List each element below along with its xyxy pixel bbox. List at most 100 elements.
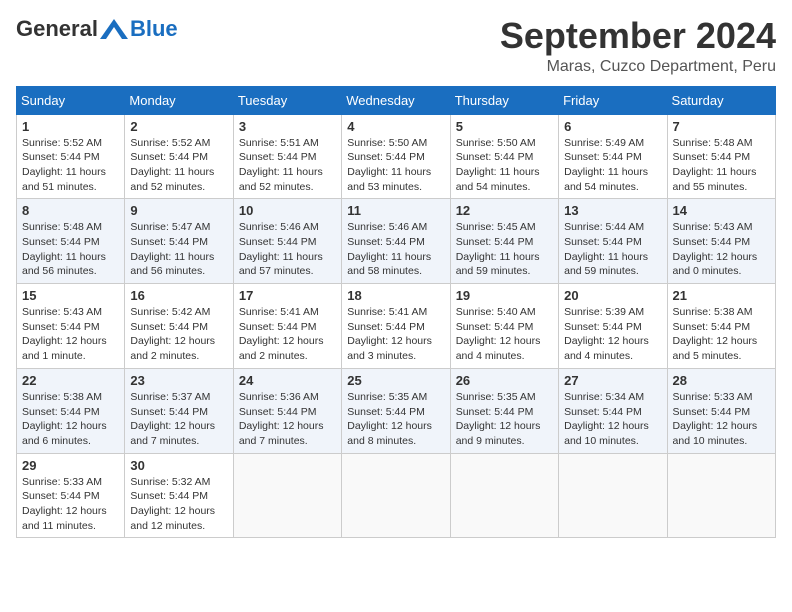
day-number: 29 xyxy=(22,458,119,473)
calendar-cell: 25 Sunrise: 5:35 AM Sunset: 5:44 PM Dayl… xyxy=(342,368,450,453)
day-info: Sunrise: 5:32 AM Sunset: 5:44 PM Dayligh… xyxy=(130,475,227,534)
day-header-friday: Friday xyxy=(559,86,667,114)
day-info: Sunrise: 5:46 AM Sunset: 5:44 PM Dayligh… xyxy=(347,220,444,279)
day-info: Sunrise: 5:33 AM Sunset: 5:44 PM Dayligh… xyxy=(22,475,119,534)
day-header-saturday: Saturday xyxy=(667,86,775,114)
day-number: 12 xyxy=(456,203,553,218)
logo-icon xyxy=(100,19,128,39)
calendar-cell: 16 Sunrise: 5:42 AM Sunset: 5:44 PM Dayl… xyxy=(125,284,233,369)
day-number: 11 xyxy=(347,203,444,218)
day-info: Sunrise: 5:43 AM Sunset: 5:44 PM Dayligh… xyxy=(673,220,770,279)
day-header-monday: Monday xyxy=(125,86,233,114)
day-number: 8 xyxy=(22,203,119,218)
day-info: Sunrise: 5:33 AM Sunset: 5:44 PM Dayligh… xyxy=(673,390,770,449)
calendar-cell: 10 Sunrise: 5:46 AM Sunset: 5:44 PM Dayl… xyxy=(233,199,341,284)
day-info: Sunrise: 5:50 AM Sunset: 5:44 PM Dayligh… xyxy=(347,136,444,195)
day-number: 30 xyxy=(130,458,227,473)
day-info: Sunrise: 5:34 AM Sunset: 5:44 PM Dayligh… xyxy=(564,390,661,449)
day-info: Sunrise: 5:38 AM Sunset: 5:44 PM Dayligh… xyxy=(22,390,119,449)
day-info: Sunrise: 5:48 AM Sunset: 5:44 PM Dayligh… xyxy=(22,220,119,279)
day-number: 19 xyxy=(456,288,553,303)
calendar-cell: 23 Sunrise: 5:37 AM Sunset: 5:44 PM Dayl… xyxy=(125,368,233,453)
calendar-cell: 9 Sunrise: 5:47 AM Sunset: 5:44 PM Dayli… xyxy=(125,199,233,284)
day-number: 1 xyxy=(22,119,119,134)
day-info: Sunrise: 5:46 AM Sunset: 5:44 PM Dayligh… xyxy=(239,220,336,279)
calendar-cell: 21 Sunrise: 5:38 AM Sunset: 5:44 PM Dayl… xyxy=(667,284,775,369)
day-number: 25 xyxy=(347,373,444,388)
day-number: 6 xyxy=(564,119,661,134)
day-info: Sunrise: 5:41 AM Sunset: 5:44 PM Dayligh… xyxy=(239,305,336,364)
calendar-cell: 2 Sunrise: 5:52 AM Sunset: 5:44 PM Dayli… xyxy=(125,114,233,199)
day-header-wednesday: Wednesday xyxy=(342,86,450,114)
day-header-thursday: Thursday xyxy=(450,86,558,114)
calendar-cell: 29 Sunrise: 5:33 AM Sunset: 5:44 PM Dayl… xyxy=(17,453,125,538)
calendar-cell: 24 Sunrise: 5:36 AM Sunset: 5:44 PM Dayl… xyxy=(233,368,341,453)
day-header-sunday: Sunday xyxy=(17,86,125,114)
calendar-cell xyxy=(559,453,667,538)
day-info: Sunrise: 5:49 AM Sunset: 5:44 PM Dayligh… xyxy=(564,136,661,195)
calendar-cell: 30 Sunrise: 5:32 AM Sunset: 5:44 PM Dayl… xyxy=(125,453,233,538)
day-number: 7 xyxy=(673,119,770,134)
day-number: 10 xyxy=(239,203,336,218)
day-header-tuesday: Tuesday xyxy=(233,86,341,114)
calendar-cell: 22 Sunrise: 5:38 AM Sunset: 5:44 PM Dayl… xyxy=(17,368,125,453)
calendar-cell: 17 Sunrise: 5:41 AM Sunset: 5:44 PM Dayl… xyxy=(233,284,341,369)
calendar-cell: 26 Sunrise: 5:35 AM Sunset: 5:44 PM Dayl… xyxy=(450,368,558,453)
day-info: Sunrise: 5:35 AM Sunset: 5:44 PM Dayligh… xyxy=(456,390,553,449)
calendar-cell xyxy=(667,453,775,538)
day-info: Sunrise: 5:40 AM Sunset: 5:44 PM Dayligh… xyxy=(456,305,553,364)
calendar-cell: 19 Sunrise: 5:40 AM Sunset: 5:44 PM Dayl… xyxy=(450,284,558,369)
day-number: 24 xyxy=(239,373,336,388)
calendar-week-row: 8 Sunrise: 5:48 AM Sunset: 5:44 PM Dayli… xyxy=(17,199,776,284)
calendar-cell: 12 Sunrise: 5:45 AM Sunset: 5:44 PM Dayl… xyxy=(450,199,558,284)
calendar-cell: 3 Sunrise: 5:51 AM Sunset: 5:44 PM Dayli… xyxy=(233,114,341,199)
calendar-cell: 15 Sunrise: 5:43 AM Sunset: 5:44 PM Dayl… xyxy=(17,284,125,369)
calendar-cell xyxy=(233,453,341,538)
day-number: 16 xyxy=(130,288,227,303)
day-info: Sunrise: 5:41 AM Sunset: 5:44 PM Dayligh… xyxy=(347,305,444,364)
day-info: Sunrise: 5:48 AM Sunset: 5:44 PM Dayligh… xyxy=(673,136,770,195)
day-info: Sunrise: 5:36 AM Sunset: 5:44 PM Dayligh… xyxy=(239,390,336,449)
day-number: 4 xyxy=(347,119,444,134)
day-info: Sunrise: 5:51 AM Sunset: 5:44 PM Dayligh… xyxy=(239,136,336,195)
day-number: 9 xyxy=(130,203,227,218)
calendar-cell: 7 Sunrise: 5:48 AM Sunset: 5:44 PM Dayli… xyxy=(667,114,775,199)
day-info: Sunrise: 5:38 AM Sunset: 5:44 PM Dayligh… xyxy=(673,305,770,364)
day-info: Sunrise: 5:45 AM Sunset: 5:44 PM Dayligh… xyxy=(456,220,553,279)
day-number: 17 xyxy=(239,288,336,303)
calendar-cell: 1 Sunrise: 5:52 AM Sunset: 5:44 PM Dayli… xyxy=(17,114,125,199)
day-info: Sunrise: 5:44 AM Sunset: 5:44 PM Dayligh… xyxy=(564,220,661,279)
logo-blue-text: Blue xyxy=(130,16,178,42)
calendar-cell xyxy=(450,453,558,538)
day-info: Sunrise: 5:52 AM Sunset: 5:44 PM Dayligh… xyxy=(22,136,119,195)
calendar-cell: 11 Sunrise: 5:46 AM Sunset: 5:44 PM Dayl… xyxy=(342,199,450,284)
day-info: Sunrise: 5:35 AM Sunset: 5:44 PM Dayligh… xyxy=(347,390,444,449)
day-number: 21 xyxy=(673,288,770,303)
calendar-cell xyxy=(342,453,450,538)
day-number: 3 xyxy=(239,119,336,134)
day-number: 5 xyxy=(456,119,553,134)
location-subtitle: Maras, Cuzco Department, Peru xyxy=(500,58,776,76)
calendar-week-row: 15 Sunrise: 5:43 AM Sunset: 5:44 PM Dayl… xyxy=(17,284,776,369)
day-info: Sunrise: 5:50 AM Sunset: 5:44 PM Dayligh… xyxy=(456,136,553,195)
calendar-cell: 5 Sunrise: 5:50 AM Sunset: 5:44 PM Dayli… xyxy=(450,114,558,199)
calendar-cell: 13 Sunrise: 5:44 AM Sunset: 5:44 PM Dayl… xyxy=(559,199,667,284)
day-number: 2 xyxy=(130,119,227,134)
day-number: 14 xyxy=(673,203,770,218)
title-section: September 2024 Maras, Cuzco Department, … xyxy=(500,16,776,76)
day-info: Sunrise: 5:47 AM Sunset: 5:44 PM Dayligh… xyxy=(130,220,227,279)
day-number: 20 xyxy=(564,288,661,303)
day-number: 26 xyxy=(456,373,553,388)
calendar-header-row: SundayMondayTuesdayWednesdayThursdayFrid… xyxy=(17,86,776,114)
logo: General Blue xyxy=(16,16,178,42)
calendar-cell: 28 Sunrise: 5:33 AM Sunset: 5:44 PM Dayl… xyxy=(667,368,775,453)
day-info: Sunrise: 5:43 AM Sunset: 5:44 PM Dayligh… xyxy=(22,305,119,364)
day-number: 23 xyxy=(130,373,227,388)
calendar-cell: 14 Sunrise: 5:43 AM Sunset: 5:44 PM Dayl… xyxy=(667,199,775,284)
day-number: 27 xyxy=(564,373,661,388)
day-info: Sunrise: 5:42 AM Sunset: 5:44 PM Dayligh… xyxy=(130,305,227,364)
month-title: September 2024 xyxy=(500,16,776,56)
calendar-cell: 18 Sunrise: 5:41 AM Sunset: 5:44 PM Dayl… xyxy=(342,284,450,369)
calendar-week-row: 22 Sunrise: 5:38 AM Sunset: 5:44 PM Dayl… xyxy=(17,368,776,453)
calendar-week-row: 29 Sunrise: 5:33 AM Sunset: 5:44 PM Dayl… xyxy=(17,453,776,538)
